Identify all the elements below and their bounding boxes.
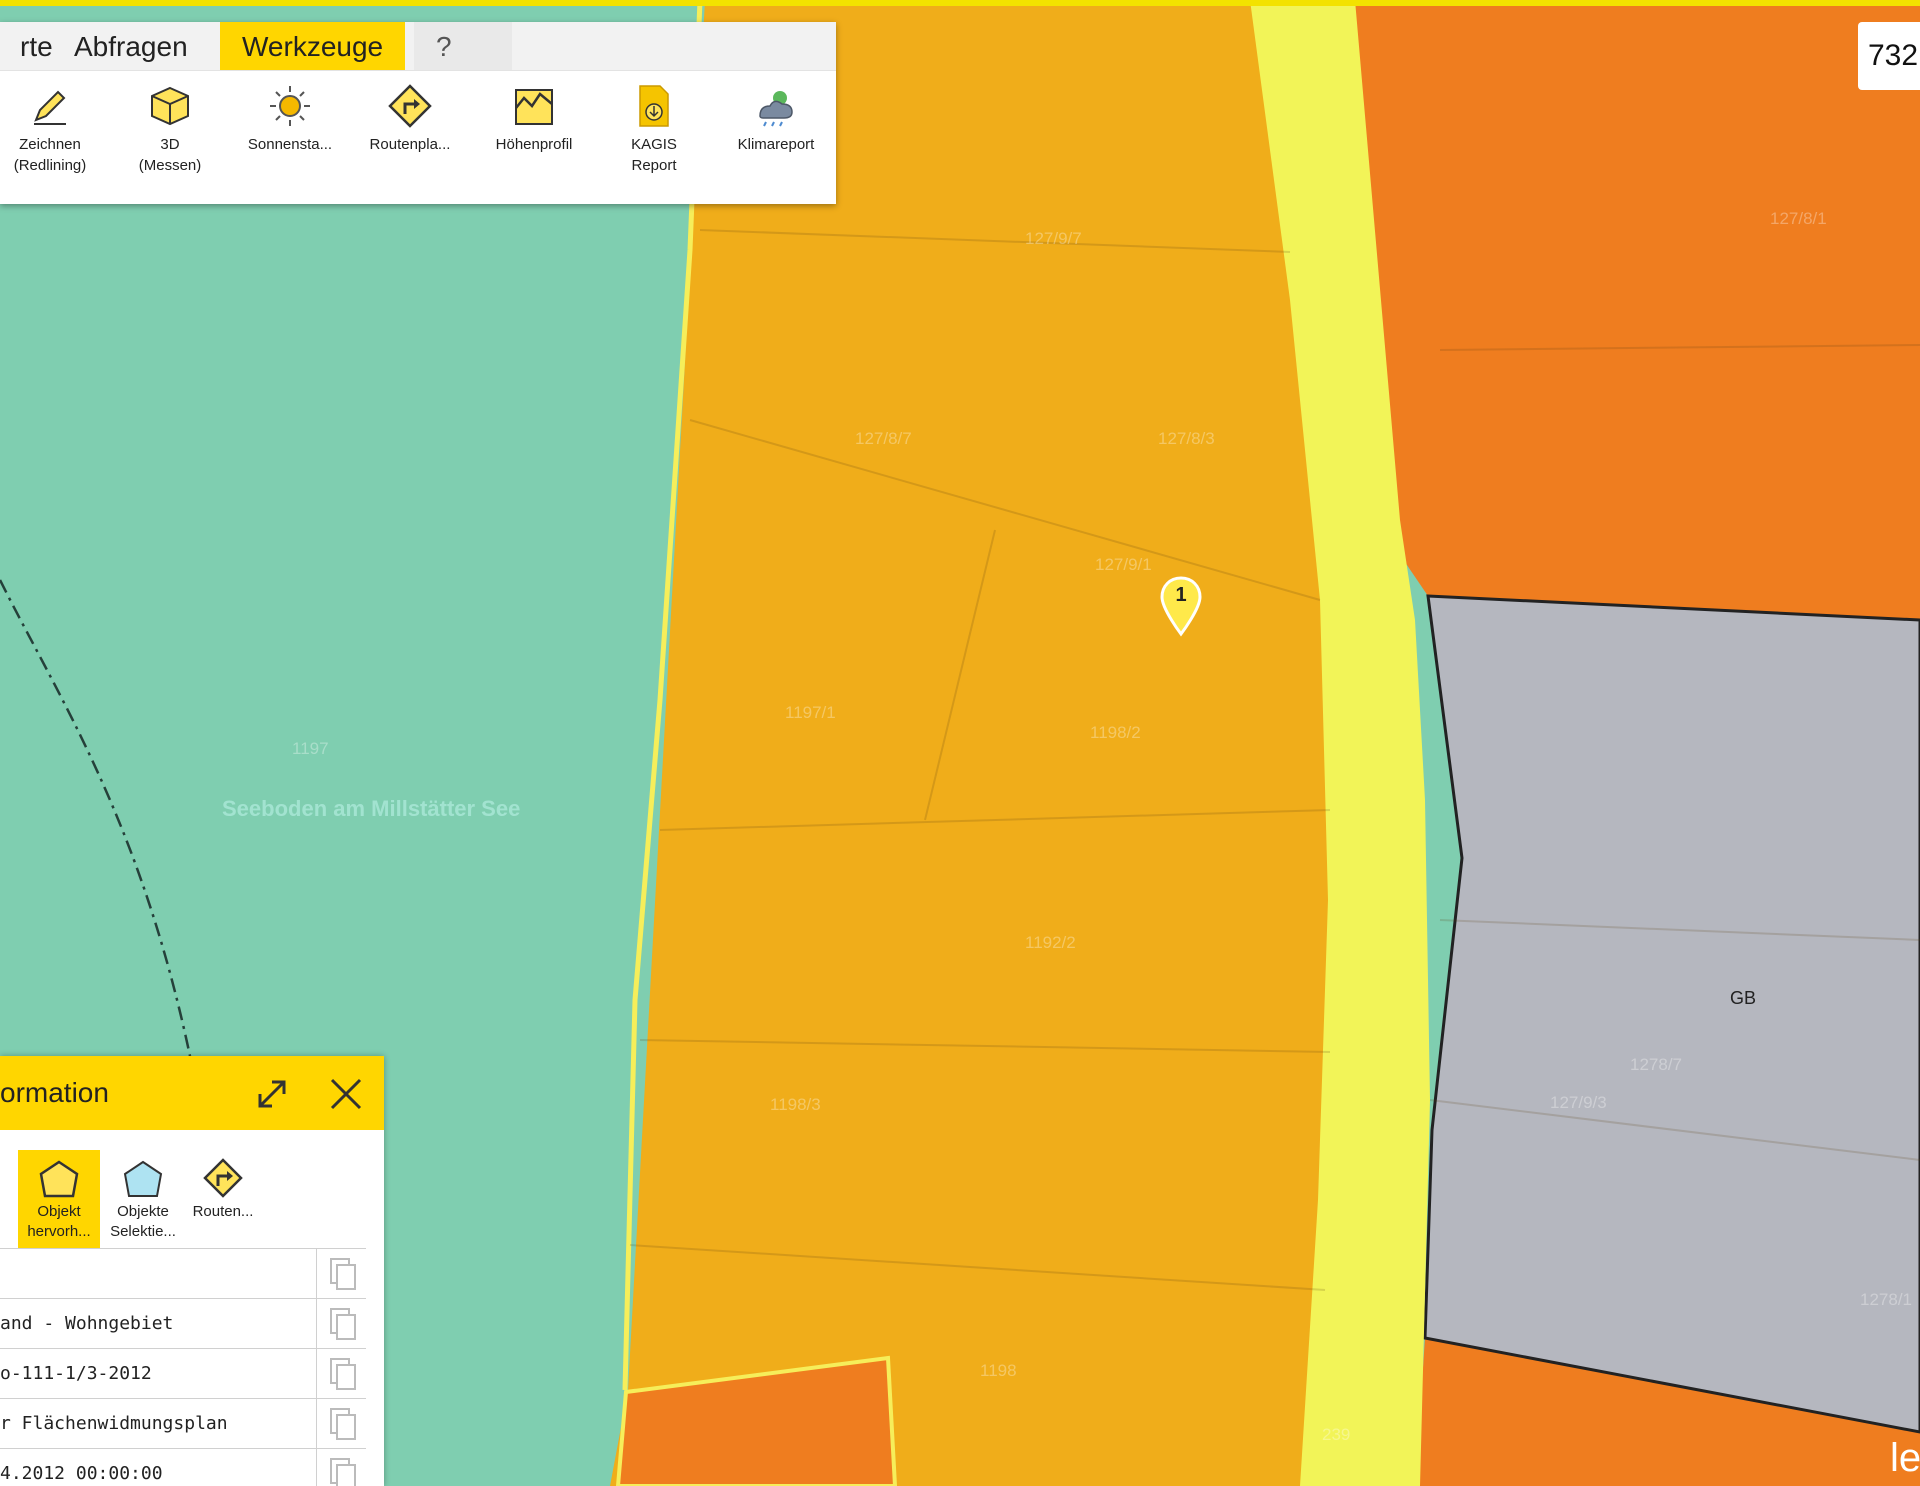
route-icon (203, 1158, 243, 1198)
marker-number: 1 (1175, 584, 1187, 606)
grey-zone[interactable] (1423, 594, 1920, 1434)
button-label: Objekte Selektie... (110, 1203, 176, 1240)
button-label: Objekt hervorh... (27, 1203, 91, 1240)
copy-icon (330, 1358, 356, 1390)
area-code-label: GB (1730, 988, 1756, 1008)
copy-icon (330, 1458, 356, 1486)
parcel-label: 127/8/1 (1770, 209, 1827, 228)
tool-kagis-report[interactable]: KAGIS Report (599, 82, 709, 176)
report-icon (639, 85, 669, 127)
tool-routenplaner[interactable]: Routenpla... (355, 82, 465, 155)
table-row: and - Wohngebiet (0, 1298, 366, 1348)
tool-label: Klimareport (737, 136, 815, 153)
parcel-label: 1278/1 (1860, 1290, 1912, 1309)
table-row: r Flächenwidmungsplan (0, 1398, 366, 1448)
copy-button[interactable] (316, 1249, 367, 1298)
tool-label: Zeichnen (Redlining) (13, 136, 87, 174)
table-row: o-111-1/3-2012 (0, 1348, 366, 1398)
corner-text: le (1890, 1436, 1920, 1480)
parcel-label: 1198 (980, 1361, 1017, 1380)
dark-orange-zone-top[interactable] (1350, 0, 1920, 620)
copy-icon (330, 1308, 356, 1340)
table-row (0, 1248, 366, 1298)
parcel-label: 127/9/7 (1025, 229, 1082, 248)
table-row: 4.2012 00:00:00 (0, 1448, 366, 1486)
route-button[interactable]: Routen... (182, 1150, 264, 1222)
copy-button[interactable] (316, 1399, 367, 1448)
tool-hoehenprofil[interactable]: Höhenprofil (479, 82, 589, 155)
parcel-label: 239 (1322, 1425, 1350, 1444)
cube-icon (151, 86, 189, 126)
row-value: 4.2012 00:00:00 (0, 1463, 163, 1484)
row-value: r Flächenwidmungsplan (0, 1413, 228, 1434)
panel-header: ormation (0, 1056, 384, 1130)
tool-zeichnen[interactable]: Zeichnen (Redlining) (0, 82, 105, 176)
tool-list: Zeichnen (Redlining) 3D (Messen) Sonnens… (0, 82, 836, 202)
parcel-label: 127/9/1 (1095, 555, 1152, 574)
highlight-object-icon (39, 1160, 79, 1198)
highlight-object-button[interactable]: Objekt hervorh... (18, 1150, 100, 1248)
parcel-label: 127/9/3 (1550, 1093, 1607, 1112)
copy-button[interactable] (316, 1449, 367, 1486)
route-icon (388, 84, 432, 128)
tool-label: Sonnensta... (247, 136, 333, 153)
row-value: o-111-1/3-2012 (0, 1363, 152, 1384)
panel-title: ormation (0, 1077, 109, 1108)
copy-icon (330, 1258, 356, 1290)
parcel-label: 1197 (292, 739, 329, 758)
copy-icon (330, 1408, 356, 1440)
close-icon[interactable] (326, 1074, 366, 1114)
parcel-label: 127/8/3 (1158, 429, 1215, 448)
scale-readout: 732 (1858, 22, 1920, 90)
parcel-label: 1192/2 (1025, 933, 1076, 952)
tool-sonnenstand[interactable]: Sonnensta... (235, 82, 345, 155)
sun-icon (270, 86, 310, 126)
copy-button[interactable] (316, 1299, 367, 1348)
tab-werkzeuge[interactable]: Werkzeuge (220, 22, 406, 70)
climate-icon (759, 91, 793, 127)
tool-label: 3D (Messen) (138, 136, 202, 174)
parcel-label: 127/8/7 (855, 429, 912, 448)
row-value: and - Wohngebiet (0, 1313, 174, 1334)
tool-label: KAGIS Report (631, 136, 677, 174)
place-name-label: Seeboden am Millstätter See (222, 796, 520, 821)
expand-icon[interactable] (254, 1076, 290, 1112)
copy-button[interactable] (316, 1349, 367, 1398)
parcel-label: 1278/7 (1630, 1055, 1682, 1074)
toolbar-ribbon: rte Abfragen Werkzeuge ? Zeichnen (Redli… (0, 22, 836, 204)
button-label: Routen... (192, 1203, 254, 1220)
orange-zone[interactable] (610, 0, 1330, 1486)
select-objects-icon (123, 1160, 163, 1197)
parcel-label: 1198/2 (1090, 723, 1141, 742)
parcel-label: 1197/1 (785, 703, 836, 722)
tab-abfragen[interactable]: Abfragen (52, 22, 210, 70)
map-marker[interactable]: 1 (1160, 576, 1202, 638)
elevation-profile-icon (515, 89, 553, 125)
tool-label: Routenpla... (369, 136, 451, 153)
toolbar-tabs: rte Abfragen Werkzeuge ? (0, 22, 836, 71)
pencil-icon (34, 90, 66, 125)
tool-klimareport[interactable]: Klimareport (721, 82, 831, 155)
tool-3d[interactable]: 3D (Messen) (115, 82, 225, 176)
information-panel: ormation Objekt hervorh... Objekte Selek… (0, 1056, 384, 1486)
tool-label: Höhenprofil (495, 136, 573, 153)
parcel-label: 1198/3 (770, 1095, 821, 1114)
tab-help[interactable]: ? (414, 22, 512, 70)
select-objects-button[interactable]: Objekte Selektie... (102, 1150, 184, 1242)
